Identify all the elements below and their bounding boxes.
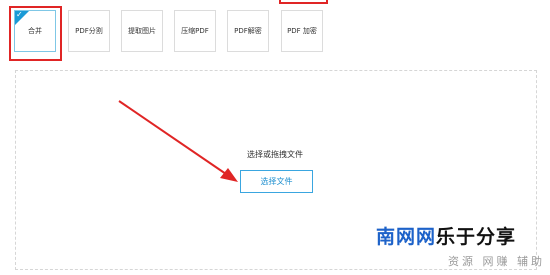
watermark-brand-part2: 乐于分享 bbox=[436, 226, 517, 248]
watermark-brand-part1: 南网网 bbox=[376, 226, 437, 248]
watermark-brand: 南网网乐于分享 bbox=[376, 222, 516, 249]
watermark-tagline: 资源 网赚 辅助 bbox=[448, 255, 545, 268]
